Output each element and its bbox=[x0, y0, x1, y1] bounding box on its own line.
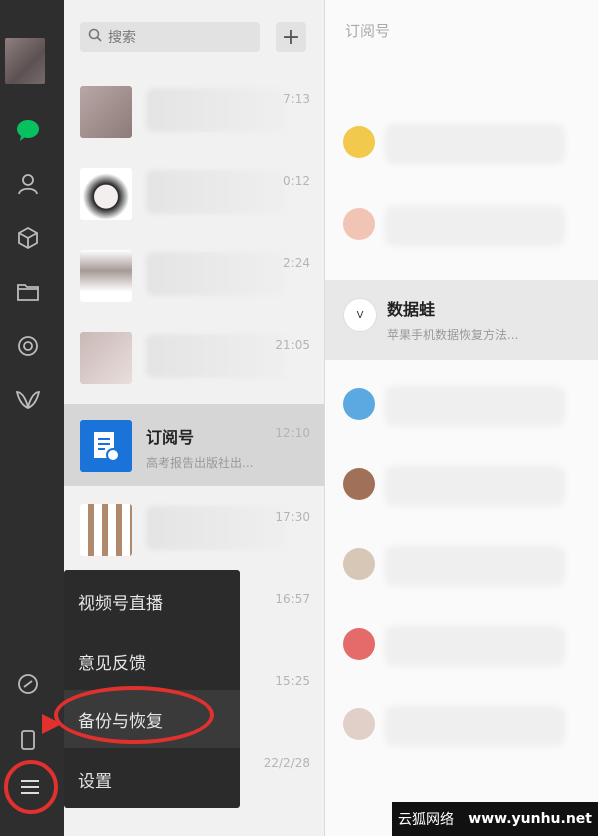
list-item[interactable]: 0:12 bbox=[64, 152, 324, 234]
account-preview: 苹果手机数据恢复方法... bbox=[387, 328, 519, 342]
list-item[interactable] bbox=[325, 610, 598, 680]
subscription-icon bbox=[80, 420, 132, 472]
contacts-icon[interactable] bbox=[12, 168, 44, 200]
chat-preview: 高考报告出版社出... bbox=[146, 456, 254, 470]
avatar bbox=[343, 208, 375, 240]
avatar bbox=[80, 250, 132, 302]
watermark-cn: 云狐网络 bbox=[398, 812, 454, 828]
folder-icon[interactable] bbox=[12, 276, 44, 308]
watermark-url: www.yunhu.net bbox=[468, 811, 592, 827]
avatar bbox=[80, 332, 132, 384]
menu-item-settings[interactable]: 设置 bbox=[64, 750, 240, 808]
chat-title: 订阅号 bbox=[146, 428, 195, 447]
list-item[interactable] bbox=[325, 370, 598, 440]
list-item[interactable]: 21:05 bbox=[64, 316, 324, 398]
avatar bbox=[343, 548, 375, 580]
list-item-selected[interactable]: V 数据蛙 苹果手机数据恢复方法... bbox=[325, 280, 598, 360]
moments-icon[interactable] bbox=[12, 330, 44, 362]
add-button[interactable]: + bbox=[276, 22, 306, 52]
chat-time: 0:12 bbox=[283, 174, 310, 188]
chat-time: 7:13 bbox=[283, 92, 310, 106]
avatar bbox=[80, 504, 132, 556]
subscriptions-feed: 订阅号 V 数据蛙 苹果手机数据恢复方法... bbox=[325, 0, 598, 836]
avatar bbox=[343, 388, 375, 420]
phone-icon[interactable] bbox=[12, 724, 44, 756]
search-input[interactable]: 搜索 bbox=[80, 22, 260, 52]
blurred-preview bbox=[385, 124, 565, 164]
chat-time: 12:10 bbox=[275, 426, 310, 440]
favorites-icon[interactable] bbox=[12, 222, 44, 254]
list-item[interactable] bbox=[325, 108, 598, 178]
avatar bbox=[343, 468, 375, 500]
avatar bbox=[343, 708, 375, 740]
blurred-preview bbox=[385, 206, 565, 246]
blurred-preview bbox=[146, 88, 286, 132]
list-item[interactable]: 17:30 bbox=[64, 488, 324, 570]
avatar[interactable] bbox=[5, 38, 45, 84]
list-item[interactable]: 7:13 bbox=[64, 70, 324, 152]
menu-item-feedback[interactable]: 意见反馈 bbox=[64, 632, 240, 690]
search-icon bbox=[88, 28, 102, 46]
avatar bbox=[343, 126, 375, 158]
channels-icon[interactable] bbox=[12, 384, 44, 416]
blurred-preview bbox=[385, 546, 565, 586]
feed-title: 订阅号 bbox=[345, 22, 391, 40]
chat-time: 17:30 bbox=[275, 510, 310, 524]
blurred-preview bbox=[146, 252, 286, 296]
blurred-preview bbox=[385, 386, 565, 426]
blurred-preview bbox=[385, 626, 565, 666]
search-placeholder: 搜索 bbox=[108, 30, 136, 46]
blurred-preview bbox=[146, 170, 286, 214]
chat-time: 2:24 bbox=[283, 256, 310, 270]
account-name: 数据蛙 bbox=[387, 300, 436, 319]
chat-time: 15:25 bbox=[275, 674, 310, 688]
list-item[interactable]: 2:24 bbox=[64, 234, 324, 316]
blurred-preview bbox=[146, 334, 286, 378]
blurred-preview bbox=[385, 706, 565, 746]
blurred-preview bbox=[146, 506, 286, 550]
chat-time: 22/2/28 bbox=[263, 756, 310, 770]
watermark: 云狐网络 www.yunhu.net bbox=[392, 802, 598, 836]
highlight-circle bbox=[4, 760, 58, 814]
avatar bbox=[80, 86, 132, 138]
mini-program-icon[interactable] bbox=[12, 668, 44, 700]
list-item[interactable] bbox=[325, 690, 598, 760]
list-item-subscriptions[interactable]: 订阅号 高考报告出版社出... 12:10 bbox=[64, 404, 324, 486]
menu-item-channels-live[interactable]: 视频号直播 bbox=[64, 572, 240, 630]
highlight-oval bbox=[54, 686, 214, 744]
chat-icon[interactable] bbox=[12, 114, 44, 146]
account-logo-icon: V bbox=[343, 298, 377, 332]
avatar bbox=[80, 168, 132, 220]
avatar bbox=[343, 628, 375, 660]
list-item[interactable] bbox=[325, 190, 598, 260]
chat-time: 16:57 bbox=[275, 592, 310, 606]
blurred-preview bbox=[385, 466, 565, 506]
list-item[interactable] bbox=[325, 530, 598, 600]
list-item[interactable] bbox=[325, 450, 598, 520]
arrow-icon bbox=[42, 714, 62, 734]
chat-time: 21:05 bbox=[275, 338, 310, 352]
